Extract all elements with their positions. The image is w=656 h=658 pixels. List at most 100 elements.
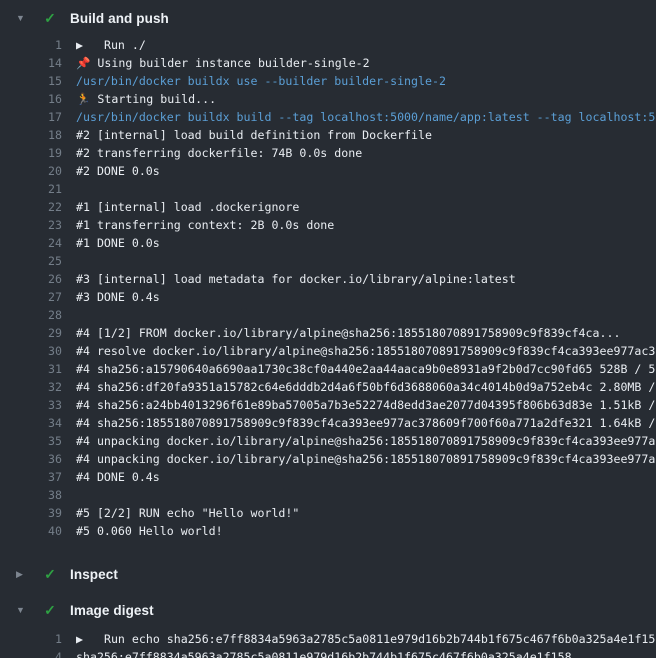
log-line: 4 sha256:e7ff8834a5963a2785c5a0811e979d16… bbox=[0, 648, 656, 658]
log-line: 28 bbox=[0, 306, 656, 324]
line-text: #2 DONE 0.0s bbox=[76, 162, 160, 180]
log-line: 35 #4 unpacking docker.io/library/alpine@… bbox=[0, 432, 656, 450]
line-text: Run ./ bbox=[104, 36, 146, 54]
section-build-and-push: ▼✓Build and push1▶ Run ./14📌 Using build… bbox=[0, 0, 656, 552]
line-text: #2 transferring dockerfile: 74B 0.0s don… bbox=[76, 144, 362, 162]
log-line: 37#4 DONE 0.4s bbox=[0, 468, 656, 486]
line-text: sha256:e7ff8834a5963a2785c5a0811e979d16b… bbox=[76, 648, 572, 658]
line-number[interactable]: 40 bbox=[0, 522, 62, 540]
line-text: #1 transferring context: 2B 0.0s done bbox=[76, 216, 334, 234]
log-line: 24 #1 DONE 0.0s bbox=[0, 234, 656, 252]
log-line: 17/usr/bin/docker buildx build --tag loc… bbox=[0, 108, 656, 126]
line-text: #4 sha256:185518070891758909c9f839cf4ca3… bbox=[76, 414, 656, 432]
log-line: 14 📌 Using builder instance builder-singl… bbox=[0, 54, 656, 72]
line-number[interactable]: 30 bbox=[0, 342, 62, 360]
line-number[interactable]: 31 bbox=[0, 360, 62, 378]
line-number[interactable]: 1 bbox=[0, 630, 62, 648]
log-line: 23 #1 transferring context: 2B 0.0s done bbox=[0, 216, 656, 234]
log-line: 21 bbox=[0, 180, 656, 198]
line-text: #3 DONE 0.4s bbox=[76, 288, 160, 306]
log-line: 22 #1 [internal] load .dockerignore bbox=[0, 198, 656, 216]
line-text: /usr/bin/docker buildx build --tag local… bbox=[76, 108, 656, 126]
log-line: 1 ▶ Run ./ bbox=[0, 36, 656, 54]
line-text: #1 [internal] load .dockerignore bbox=[76, 198, 299, 216]
line-number[interactable]: 15 bbox=[0, 72, 62, 90]
line-number[interactable]: 18 bbox=[0, 126, 62, 144]
line-text: #3 [internal] load metadata for docker.i… bbox=[76, 270, 516, 288]
line-number[interactable]: 17 bbox=[0, 108, 62, 126]
spacer bbox=[83, 36, 90, 54]
line-number[interactable]: 25 bbox=[0, 252, 62, 270]
log-line: 38 bbox=[0, 486, 656, 504]
line-number[interactable]: 37 bbox=[0, 468, 62, 486]
run-group-expand-icon[interactable]: ▶ bbox=[76, 630, 83, 648]
line-number[interactable]: 21 bbox=[0, 180, 62, 198]
run-group-expand-icon[interactable]: ▶ bbox=[76, 36, 83, 54]
line-text: 📌 Using builder instance builder-single-… bbox=[76, 54, 370, 72]
line-text: #4 resolve docker.io/library/alpine@sha2… bbox=[76, 342, 656, 360]
log-line: 33 #4 sha256:a24bb4013296f61e89ba57005a7b… bbox=[0, 396, 656, 414]
log-line: 31 #4 sha256:a15790640a6690aa1730c38cf0a4… bbox=[0, 360, 656, 378]
line-number[interactable]: 38 bbox=[0, 486, 62, 504]
line-text: #5 0.060 Hello world! bbox=[76, 522, 223, 540]
line-text: #5 [2/2] RUN echo "Hello world!" bbox=[76, 504, 299, 522]
chevron-down-icon[interactable]: ▼ bbox=[16, 606, 30, 615]
line-number[interactable]: 14 bbox=[0, 54, 62, 72]
log-line: 32 #4 sha256:df20fa9351a15782c64e6dddb2d4… bbox=[0, 378, 656, 396]
section-image-digest: ▼✓Image digest1▶ Run echo sha256:e7ff883… bbox=[0, 592, 656, 658]
section-title: Inspect bbox=[70, 567, 118, 582]
chevron-down-icon[interactable]: ▼ bbox=[16, 14, 30, 23]
log-line: 34 #4 sha256:185518070891758909c9f839cf4c… bbox=[0, 414, 656, 432]
workflow-log: ▼✓Build and push1▶ Run ./14📌 Using build… bbox=[0, 0, 656, 658]
line-number[interactable]: 24 bbox=[0, 234, 62, 252]
log-line: 26 #3 [internal] load metadata for docker… bbox=[0, 270, 656, 288]
log-line: 20 #2 DONE 0.0s bbox=[0, 162, 656, 180]
log-line: 40 #5 0.060 Hello world! bbox=[0, 522, 656, 540]
line-number[interactable]: 36 bbox=[0, 450, 62, 468]
chevron-right-icon[interactable]: ▶ bbox=[16, 570, 30, 579]
line-number[interactable]: 39 bbox=[0, 504, 62, 522]
section-body-build-and-push: 1 ▶ Run ./ 14 📌 Using builder instance buil… bbox=[0, 36, 656, 552]
line-text: #4 unpacking docker.io/library/alpine@sh… bbox=[76, 432, 656, 450]
line-text: #4 sha256:a24bb4013296f61e89ba57005a7b3e… bbox=[76, 396, 656, 414]
log-line: 30 #4 resolve docker.io/library/alpine@sh… bbox=[0, 342, 656, 360]
section-title: Image digest bbox=[70, 603, 154, 618]
success-check-icon: ✓ bbox=[42, 11, 58, 25]
line-number[interactable]: 32 bbox=[0, 378, 62, 396]
line-number[interactable]: 26 bbox=[0, 270, 62, 288]
log-line: 29 #4 [1/2] FROM docker.io/library/alpine… bbox=[0, 324, 656, 342]
log-line: 15/usr/bin/docker buildx use --builder b… bbox=[0, 72, 656, 90]
line-number[interactable]: 27 bbox=[0, 288, 62, 306]
line-number[interactable]: 28 bbox=[0, 306, 62, 324]
log-line: 39 #5 [2/2] RUN echo "Hello world!" bbox=[0, 504, 656, 522]
section-inspect: ▶ ✓ Inspect bbox=[0, 556, 656, 592]
line-number[interactable]: 19 bbox=[0, 144, 62, 162]
line-number[interactable]: 34 bbox=[0, 414, 62, 432]
line-number[interactable]: 16 bbox=[0, 90, 62, 108]
section-header-inspect[interactable]: ▶ ✓ Inspect bbox=[0, 556, 656, 592]
line-number[interactable]: 33 bbox=[0, 396, 62, 414]
line-number[interactable]: 23 bbox=[0, 216, 62, 234]
line-number[interactable]: 22 bbox=[0, 198, 62, 216]
section-header-build-and-push[interactable]: ▼✓Build and push bbox=[0, 0, 656, 36]
line-text: #1 DONE 0.0s bbox=[76, 234, 160, 252]
line-text: 🏃 Starting build... bbox=[76, 90, 216, 108]
line-number[interactable]: 1 bbox=[0, 36, 62, 54]
log-line: 19 #2 transferring dockerfile: 74B 0.0s d… bbox=[0, 144, 656, 162]
line-text: #4 [1/2] FROM docker.io/library/alpine@s… bbox=[76, 324, 620, 342]
line-number[interactable]: 29 bbox=[0, 324, 62, 342]
section-body-image-digest: 1▶ Run echo sha256:e7ff8834a5963a2785c5a… bbox=[0, 628, 656, 658]
line-text: #2 [internal] load build definition from… bbox=[76, 126, 432, 144]
log-line: 16 🏃 Starting build... bbox=[0, 90, 656, 108]
line-text: #4 sha256:df20fa9351a15782c64e6dddb2d4a6… bbox=[76, 378, 656, 396]
log-line: 1▶ Run echo sha256:e7ff8834a5963a2785c5a… bbox=[0, 630, 656, 648]
log-line: 27 #3 DONE 0.4s bbox=[0, 288, 656, 306]
line-number[interactable]: 20 bbox=[0, 162, 62, 180]
success-check-icon: ✓ bbox=[42, 567, 58, 581]
section-header-image-digest[interactable]: ▼✓Image digest bbox=[0, 592, 656, 628]
line-text: #4 sha256:a15790640a6690aa1730c38cf0a440… bbox=[76, 360, 656, 378]
log-line: 18 #2 [internal] load build definition fr… bbox=[0, 126, 656, 144]
line-number[interactable]: 4 bbox=[0, 648, 62, 658]
log-line: 36#4 unpacking docker.io/library/alpine@… bbox=[0, 450, 656, 468]
line-number[interactable]: 35 bbox=[0, 432, 62, 450]
